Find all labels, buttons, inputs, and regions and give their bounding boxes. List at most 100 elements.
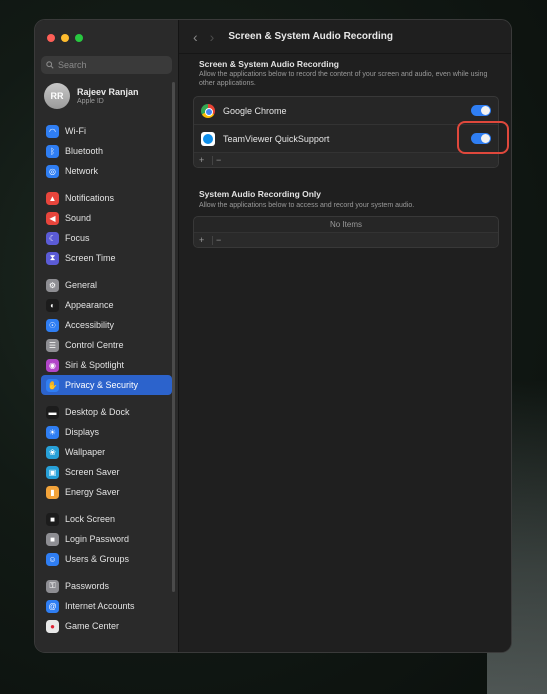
sidebar-item-sound[interactable]: ◀ Sound [41, 208, 172, 228]
list-controls: + − [194, 153, 498, 167]
search-field[interactable]: Search [41, 56, 172, 74]
sidebar-item-label: Wallpaper [65, 447, 106, 457]
sidebar-item-game-center[interactable]: ● Game Center [41, 616, 172, 636]
sidebar-item-label: Appearance [65, 300, 114, 310]
moon-icon: ☾ [46, 231, 59, 245]
sidebar-item-label: Wi-Fi [65, 126, 86, 136]
sidebar-item-accessibility[interactable]: ☉ Accessibility [41, 315, 172, 335]
user-name: Rajeev Ranjan [77, 87, 139, 97]
sidebar-item-lock-screen[interactable]: ■ Lock Screen [41, 509, 172, 529]
sidebar-item-label: Accessibility [65, 320, 115, 330]
chrome-icon [201, 103, 215, 118]
minimize-window-button[interactable] [61, 34, 69, 42]
sidebar-group: ⚙ General ◐ Appearance ☉ Accessibility ☰ Contro… [41, 275, 172, 395]
sidebar-group: ▲ Notifications ◀ Sound ☾ Focus ⧗ Screen Time [41, 188, 172, 268]
sidebar-item-label: Screen Saver [65, 467, 120, 477]
sidebar-item-label: Desktop & Dock [65, 407, 130, 417]
user-subtitle: Apple ID [77, 98, 104, 105]
sidebar-item-focus[interactable]: ☾ Focus [41, 228, 172, 248]
sidebar-item-label: Privacy & Security [65, 380, 139, 390]
app-row-teamviewer: TeamViewer QuickSupport [194, 125, 498, 153]
search-placeholder: Search [58, 60, 87, 70]
appearance-icon: ◐ [46, 298, 59, 312]
sidebar-item-privacy-security[interactable]: ✋ Privacy & Security [41, 375, 172, 395]
control-centre-icon: ☰ [46, 338, 59, 352]
sidebar-item-screen-saver[interactable]: ▣ Screen Saver [41, 462, 172, 482]
at-icon: @ [46, 599, 59, 613]
sidebar-item-label: Users & Groups [65, 554, 130, 564]
sidebar-item-control-centre[interactable]: ☰ Control Centre [41, 335, 172, 355]
siri-icon: ◉ [46, 358, 59, 372]
audio-recording-description: Allow the applications below to access a… [199, 202, 415, 209]
sidebar-item-screen-time[interactable]: ⧗ Screen Time [41, 248, 172, 268]
empty-list-label: No Items [194, 217, 498, 233]
page-title: Screen & System Audio Recording [228, 31, 394, 42]
sidebar-group: ■ Lock Screen ■ Login Password ☺ Users & Grou… [41, 509, 172, 569]
sidebar-item-wi-fi[interactable]: ◠ Wi-Fi [41, 121, 172, 141]
lock-fill-icon: ■ [46, 532, 59, 546]
remove-app-button[interactable]: − [216, 235, 229, 245]
screen-recording-app-list: Google Chrome TeamViewer QuickSupport + … [193, 96, 499, 168]
sidebar-item-network[interactable]: ◎ Network [41, 161, 172, 181]
sidebar-scrollbar[interactable] [172, 82, 175, 592]
sidebar-item-internet-accounts[interactable]: @ Internet Accounts [41, 596, 172, 616]
sidebar-nav: ◠ Wi-Fi ᛒ Bluetooth ◎ Network ▲ Notifications ◀ S… [41, 121, 172, 643]
sidebar-item-label: Login Password [65, 534, 130, 544]
main-content: ‹ › Screen & System Audio Recording Scre… [179, 20, 511, 652]
sidebar-item-users-groups[interactable]: ☺ Users & Groups [41, 549, 172, 569]
add-app-button[interactable]: + [199, 155, 212, 165]
sidebar-item-wallpaper[interactable]: ❀ Wallpaper [41, 442, 172, 462]
sidebar-item-label: Sound [65, 213, 92, 223]
toggle-highlight-annotation [457, 121, 509, 154]
sidebar-item-energy-saver[interactable]: ▮ Energy Saver [41, 482, 172, 502]
sidebar-item-label: Passwords [65, 581, 110, 591]
app-name: TeamViewer QuickSupport [223, 133, 330, 144]
globe-icon: ◎ [46, 164, 59, 178]
sidebar-item-desktop-dock[interactable]: ▬ Desktop & Dock [41, 402, 172, 422]
sidebar-item-label: Control Centre [65, 340, 124, 350]
wifi-icon: ◠ [46, 124, 59, 138]
sidebar-item-label: Network [65, 166, 99, 176]
avatar: RR [44, 83, 70, 109]
sidebar-group: ◠ Wi-Fi ᛒ Bluetooth ◎ Network [41, 121, 172, 181]
screen-saver-icon: ▣ [46, 465, 59, 479]
speaker-icon: ◀ [46, 211, 59, 225]
sidebar-item-label: Game Center [65, 621, 120, 631]
sidebar-item-label: Focus [65, 233, 90, 243]
wallpaper-icon: ❀ [46, 445, 59, 459]
search-icon [46, 61, 54, 69]
back-button[interactable]: ‹ [193, 30, 198, 44]
sidebar-item-label: General [65, 280, 98, 290]
forward-button[interactable]: › [210, 30, 215, 44]
title-bar: ‹ › Screen & System Audio Recording [179, 20, 511, 54]
add-app-button[interactable]: + [199, 235, 212, 245]
key-icon: ⚿ [46, 579, 59, 593]
close-window-button[interactable] [47, 34, 55, 42]
system-settings-window: Search RR Rajeev Ranjan Apple ID ◠ Wi-Fi ᛒ… [34, 19, 512, 653]
divider [212, 155, 213, 165]
sidebar-item-login-password[interactable]: ■ Login Password [41, 529, 172, 549]
zoom-window-button[interactable] [75, 34, 83, 42]
sidebar-item-displays[interactable]: ☀ Displays [41, 422, 172, 442]
apple-id-account[interactable]: RR Rajeev Ranjan Apple ID [44, 83, 139, 109]
sidebar-group: ⚿ Passwords @ Internet Accounts ● Game Center [41, 576, 172, 636]
dock-icon: ▬ [46, 405, 59, 419]
sidebar-fade [35, 642, 178, 652]
sidebar-item-label: Siri & Spotlight [65, 360, 125, 370]
sidebar-item-passwords[interactable]: ⚿ Passwords [41, 576, 172, 596]
chrome-permission-toggle[interactable] [471, 105, 491, 116]
lock-icon: ■ [46, 512, 59, 526]
teamviewer-icon [201, 131, 215, 146]
sidebar-item-label: Screen Time [65, 253, 116, 263]
remove-app-button[interactable]: − [216, 155, 229, 165]
app-name: Google Chrome [223, 105, 287, 116]
users-icon: ☺ [46, 552, 59, 566]
bell-icon: ▲ [46, 191, 59, 205]
sidebar-item-general[interactable]: ⚙ General [41, 275, 172, 295]
sidebar-item-notifications[interactable]: ▲ Notifications [41, 188, 172, 208]
sidebar-item-bluetooth[interactable]: ᛒ Bluetooth [41, 141, 172, 161]
sidebar-item-siri-spotlight[interactable]: ◉ Siri & Spotlight [41, 355, 172, 375]
sidebar-item-label: Energy Saver [65, 487, 120, 497]
sidebar-item-appearance[interactable]: ◐ Appearance [41, 295, 172, 315]
sidebar-item-label: Notifications [65, 193, 115, 203]
